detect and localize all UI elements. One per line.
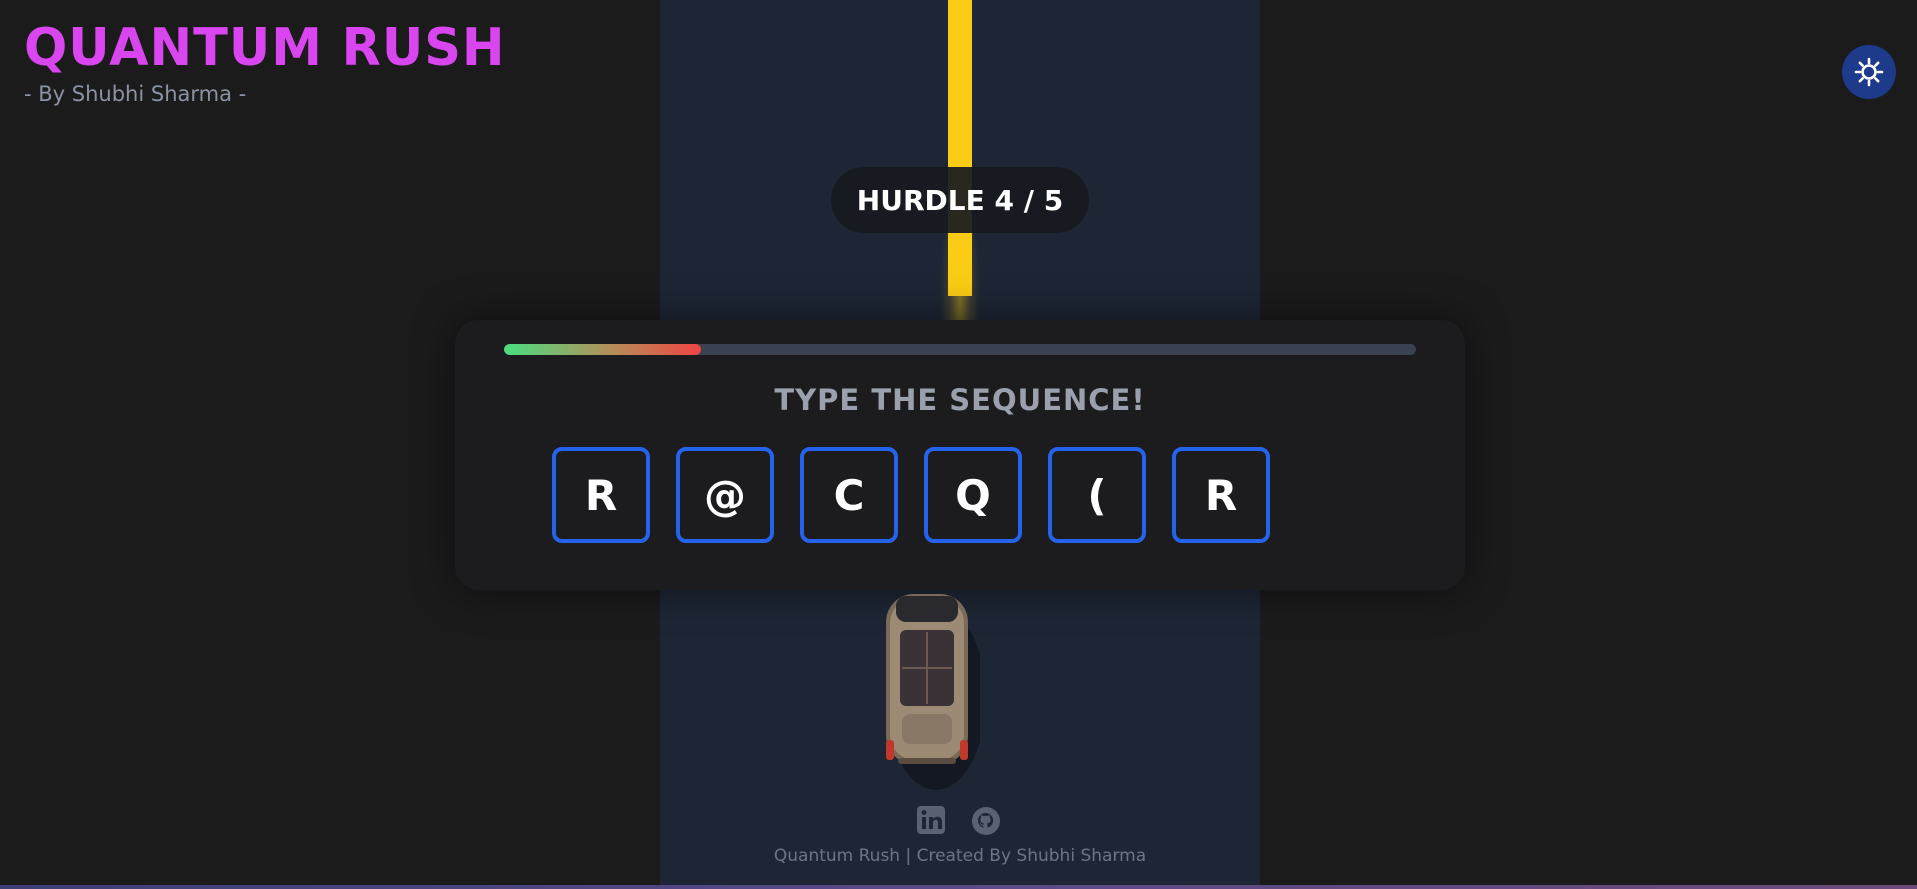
github-icon[interactable] bbox=[971, 806, 1001, 836]
timer-bar-fill bbox=[504, 344, 701, 355]
sequence-key: R bbox=[552, 447, 650, 543]
game-subtitle: - By Shubhi Sharma - bbox=[24, 82, 247, 106]
sequence-key: ( bbox=[1048, 447, 1146, 543]
challenge-prompt: TYPE THE SEQUENCE! bbox=[774, 383, 1146, 417]
sequence-key: Q bbox=[924, 447, 1022, 543]
hurdle-counter: HURDLE 4 / 5 bbox=[831, 167, 1089, 233]
sequence-key: @ bbox=[676, 447, 774, 543]
sun-icon bbox=[1854, 57, 1884, 87]
footer-credit: Quantum Rush | Created By Shubhi Sharma bbox=[773, 846, 1147, 866]
player-car bbox=[886, 594, 980, 790]
theme-toggle-button[interactable] bbox=[1842, 45, 1896, 99]
sequence-key: C bbox=[800, 447, 898, 543]
linkedin-icon[interactable] bbox=[917, 806, 945, 834]
brand: QUANTUM RUSH - By Shubhi Sharma - bbox=[24, 22, 515, 106]
timer-bar bbox=[504, 344, 1416, 355]
game-stage: QUANTUM RUSH - By Shubhi Sharma - HURDLE… bbox=[0, 0, 1917, 889]
game-title: QUANTUM RUSH bbox=[24, 18, 506, 78]
bottom-accent-line bbox=[0, 885, 1917, 889]
hurdle-counter-label: HURDLE 4 / 5 bbox=[856, 183, 1064, 217]
sequence-key: R bbox=[1172, 447, 1270, 543]
sequence-keys: R @ C Q ( R bbox=[552, 447, 1270, 543]
social-links bbox=[917, 806, 1001, 836]
